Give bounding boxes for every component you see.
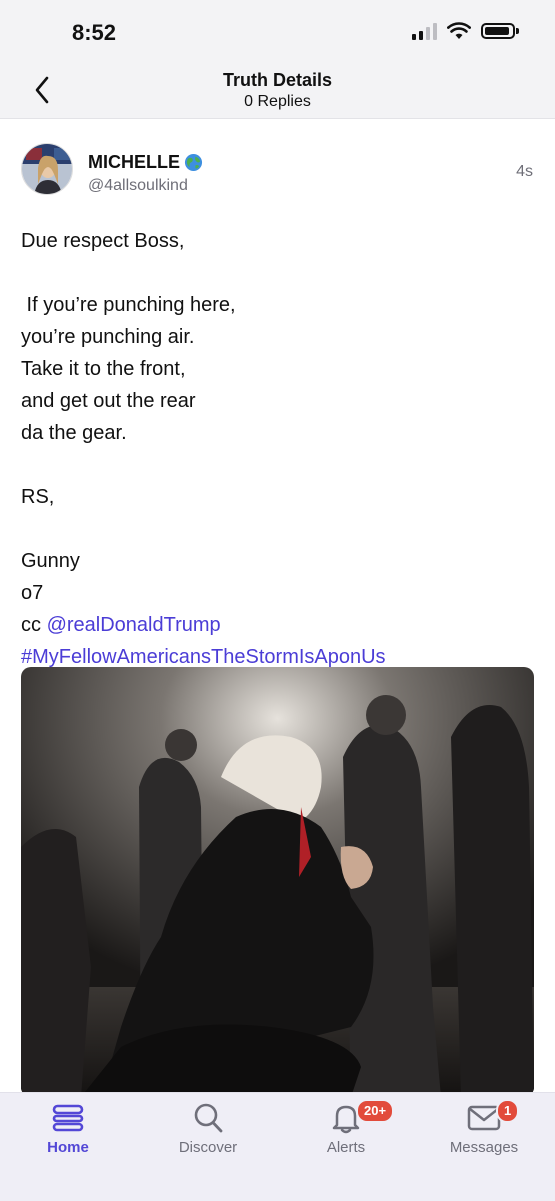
tab-discover-label: Discover (178, 1139, 238, 1156)
post-line: and get out the rear (21, 390, 196, 412)
post-line: you’re punching air. (21, 326, 195, 348)
post-line (21, 513, 536, 545)
post-line: Gunny (21, 550, 80, 572)
status-icons (412, 22, 519, 40)
alerts-badge: 20+ (356, 1099, 395, 1123)
post-line: o7 (21, 582, 44, 604)
status-bar: 8:52 (0, 0, 555, 62)
avatar-image (22, 144, 72, 194)
post-line (21, 257, 536, 289)
battery-icon (481, 23, 519, 39)
cc-prefix: cc (21, 614, 47, 636)
tab-home-label: Home (47, 1139, 89, 1156)
post-line: da the gear. (21, 422, 127, 444)
post-line: Take it to the front, (21, 358, 186, 380)
page-title: Truth Details (222, 70, 333, 90)
tab-messages[interactable]: 1 Messages (424, 1099, 544, 1156)
wifi-icon (447, 22, 471, 39)
avatar[interactable] (21, 143, 73, 195)
post-image[interactable] (21, 667, 534, 1097)
search-icon (194, 1103, 223, 1133)
author-name-text: MICHELLE (88, 152, 180, 172)
tab-bar: Home Discover 20+ Alerts 1 Messages (0, 1092, 555, 1201)
post-line (21, 449, 536, 481)
post-timestamp: 4s (516, 163, 533, 180)
tab-alerts-label: Alerts (326, 1139, 366, 1156)
replies-count: 0 Replies (244, 93, 311, 110)
tab-discover[interactable]: Discover (148, 1099, 268, 1156)
post-photo (21, 667, 534, 1097)
author-name[interactable]: MICHELLE (88, 152, 203, 173)
post-line: Due respect Boss, (21, 230, 185, 252)
author-handle[interactable]: @4allsoulkind (88, 177, 188, 195)
home-icon (52, 1104, 84, 1132)
mention-link[interactable]: @realDonaldTrump (47, 614, 221, 636)
post-line: If you’re punching here, (21, 294, 236, 316)
messages-badge: 1 (496, 1099, 520, 1123)
tab-home[interactable]: Home (8, 1099, 128, 1156)
header: Truth Details 0 Replies (0, 62, 555, 119)
globe-icon (184, 153, 203, 172)
tab-messages-label: Messages (449, 1139, 519, 1156)
status-time: 8:52 (72, 20, 117, 45)
cellular-signal-icon (412, 22, 437, 40)
post-body: Due respect Boss, If you’re punching her… (21, 225, 536, 673)
post-line: RS, (21, 486, 55, 508)
tab-alerts[interactable]: 20+ Alerts (286, 1099, 406, 1156)
cc-line: cc @realDonaldTrump (21, 609, 536, 641)
